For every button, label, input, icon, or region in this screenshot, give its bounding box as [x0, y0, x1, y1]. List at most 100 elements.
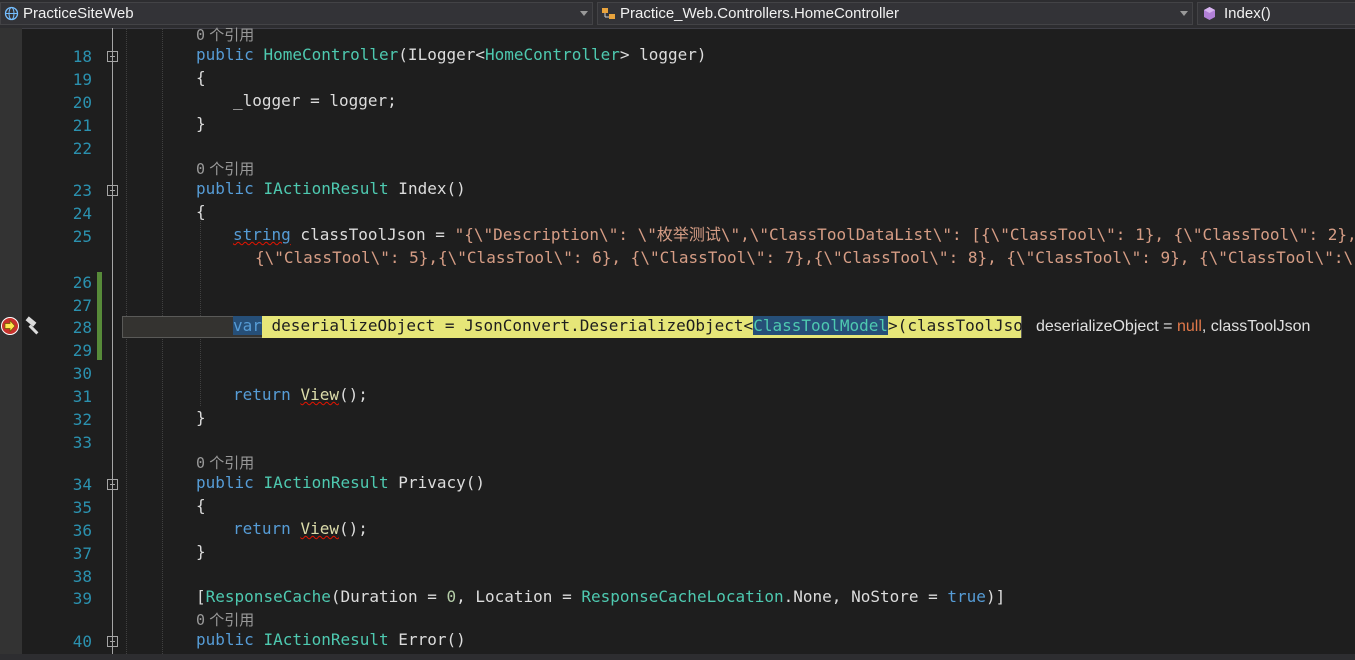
code-token: 0 — [446, 587, 457, 606]
reference-count: 0 — [196, 160, 206, 178]
code-token: true — [947, 587, 986, 606]
code-token: IActionResult — [263, 473, 389, 492]
code-token: [ — [196, 587, 206, 606]
line-number: 20 — [72, 93, 92, 112]
code-token: deserializeObject = JsonConvert.Deserial… — [261, 316, 754, 335]
change-tracking-bar — [97, 272, 102, 360]
codelens-references[interactable]: 0 个引用 — [196, 611, 254, 630]
navigation-bar: PracticeSiteWeb Practice_Web.Controllers… — [0, 0, 1355, 29]
code-token: Privacy() — [388, 473, 485, 492]
inline-value-eq: = — [1158, 318, 1177, 335]
project-name: PracticeSiteWeb — [23, 5, 134, 22]
code-line[interactable]: return View(); — [122, 519, 1355, 539]
code-token: var — [233, 316, 262, 335]
code-line[interactable]: } — [122, 114, 1355, 134]
code-token: public — [196, 473, 264, 492]
code-line[interactable]: } — [122, 408, 1355, 428]
inline-value-separator: , — [1201, 318, 1211, 335]
code-token: (ILogger< — [398, 45, 485, 64]
code-line[interactable]: string classToolJson = "{\"Description\"… — [122, 225, 1355, 245]
code-token: >(classToolJson); — [888, 316, 1052, 335]
code-line[interactable]: public IActionResult Error() — [122, 630, 1355, 650]
line-number: 27 — [72, 296, 92, 315]
line-number: 28 — [72, 318, 92, 337]
code-token: (); — [338, 385, 368, 404]
class-dropdown[interactable]: Practice_Web.Controllers.HomeController — [597, 2, 1193, 25]
code-line[interactable]: public IActionResult Privacy() — [122, 473, 1355, 493]
code-token: .None, NoStore = — [783, 587, 948, 606]
codelens-references[interactable]: 0 个引用 — [196, 454, 254, 473]
line-number: 34 — [72, 475, 92, 494]
line-number: 32 — [72, 410, 92, 429]
line-number: 25 — [72, 227, 92, 246]
reference-count: 0 — [196, 611, 206, 629]
line-number: 40 — [72, 632, 92, 651]
code-token: (); — [338, 519, 368, 538]
horizontal-scrollbar[interactable] — [0, 654, 1355, 660]
code-line-wrapped[interactable]: {\"ClassTool\": 5},{\"ClassTool\": 6}, {… — [122, 248, 1355, 268]
line-number: 29 — [72, 341, 92, 360]
web-project-icon — [4, 6, 19, 21]
member-dropdown[interactable]: Index() — [1197, 2, 1355, 25]
line-number: 24 — [72, 204, 92, 223]
code-line[interactable]: public HomeController(ILogger<HomeContro… — [122, 45, 1355, 65]
line-number: 19 — [72, 70, 92, 89]
code-token: public — [196, 179, 264, 198]
line-number: 31 — [72, 387, 92, 406]
inline-debug-value[interactable]: deserializeObject = null, classToolJson — [1036, 316, 1310, 338]
code-token: ResponseCacheLocation — [581, 587, 784, 606]
line-number: 26 — [72, 273, 92, 292]
breakpoint-arrow-icon[interactable] — [0, 316, 20, 336]
code-token: string — [233, 225, 291, 244]
line-number: 38 — [72, 567, 92, 586]
chevron-down-icon — [580, 11, 588, 16]
code-line[interactable]: public IActionResult Index() — [122, 179, 1355, 199]
glyph-margin[interactable] — [0, 28, 22, 660]
code-token: Index() — [388, 179, 466, 198]
reference-text: 个引用 — [209, 455, 255, 472]
code-line[interactable]: return View(); — [122, 385, 1355, 405]
reference-count: 0 — [196, 26, 206, 44]
line-number: 30 — [72, 364, 92, 383]
codelens-references[interactable]: 0 个引用 — [196, 26, 254, 45]
codelens-references[interactable]: 0 个引用 — [196, 160, 254, 179]
line-number: 22 — [72, 139, 92, 158]
code-line[interactable]: } — [122, 542, 1355, 562]
inline-value-next: classToolJson — [1210, 318, 1311, 335]
code-token: public — [196, 630, 264, 649]
line-number: 36 — [72, 521, 92, 540]
reference-text: 个引用 — [209, 27, 255, 44]
collapse-icon[interactable] — [107, 185, 118, 196]
collapse-icon[interactable] — [107, 479, 118, 490]
method-icon — [1204, 7, 1215, 20]
code-line[interactable]: [ResponseCache(Duration = 0, Location = … — [122, 587, 1355, 607]
project-dropdown[interactable]: PracticeSiteWeb — [0, 2, 593, 25]
reference-text: 个引用 — [209, 161, 255, 178]
code-line[interactable]: _logger = logger; — [122, 91, 1355, 111]
collapse-icon[interactable] — [107, 51, 118, 62]
reference-text: 个引用 — [209, 612, 255, 629]
inline-value: null — [1176, 318, 1202, 335]
line-number: 23 — [72, 181, 92, 200]
code-token: Error() — [388, 630, 466, 649]
code-line[interactable]: { — [122, 68, 1355, 88]
class-icon — [602, 8, 615, 19]
line-number: 37 — [72, 544, 92, 563]
code-token: return — [233, 519, 301, 538]
line-number: 33 — [72, 433, 92, 452]
hammer-icon[interactable] — [23, 316, 43, 336]
collapse-icon[interactable] — [107, 636, 118, 647]
outline-line — [112, 28, 113, 654]
code-token: public — [196, 45, 264, 64]
code-token: return — [233, 385, 301, 404]
code-token: HomeController — [485, 45, 620, 64]
code-token: View — [300, 385, 339, 404]
code-line[interactable]: { — [122, 496, 1355, 516]
code-token: "{\"Description\": \"枚举测试\",\"ClassToolD… — [454, 225, 1355, 244]
code-token: )] — [985, 587, 1006, 606]
reference-count: 0 — [196, 454, 206, 472]
code-line[interactable]: { — [122, 202, 1355, 222]
member-name: Index() — [1224, 5, 1271, 22]
code-token: IActionResult — [263, 179, 389, 198]
code-token: (Duration = — [330, 587, 447, 606]
